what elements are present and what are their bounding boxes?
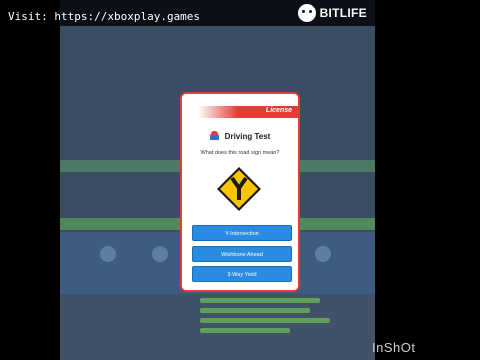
background-row	[60, 34, 375, 43]
answer-button-3-way-yield[interactable]: 3-Way Yield	[192, 266, 292, 282]
y-intersection-sign-icon	[217, 167, 261, 211]
background-circle	[315, 246, 331, 262]
license-label: License	[265, 107, 292, 114]
inshot-watermark: InShOt	[372, 340, 416, 355]
modal-title: Driving Test	[182, 130, 298, 141]
stat-bar	[200, 298, 320, 303]
bitlife-logo-text: BITLIFE	[319, 6, 367, 20]
question-text: What does this road sign mean?	[200, 150, 280, 156]
stat-bar	[200, 328, 290, 333]
license-ribbon: License	[198, 106, 298, 118]
car-icon	[209, 130, 219, 140]
stat-bar	[200, 308, 310, 313]
bitlife-logo: BITLIFE	[297, 4, 367, 22]
stat-bar	[200, 318, 330, 323]
driving-test-modal: License Driving Test What does this road…	[180, 92, 300, 292]
smiley-face-icon	[297, 4, 316, 22]
answer-button-y-intersection[interactable]: Y-Intersection	[192, 225, 292, 241]
background-circle	[152, 246, 168, 262]
website-watermark: Visit: https://xboxplay.games	[8, 10, 201, 23]
background-circle	[100, 246, 116, 262]
answer-button-wishbone-ahead[interactable]: Wishbone Ahead	[192, 246, 292, 262]
background-stat-bars	[60, 294, 375, 360]
modal-title-text: Driving Test	[224, 132, 271, 141]
